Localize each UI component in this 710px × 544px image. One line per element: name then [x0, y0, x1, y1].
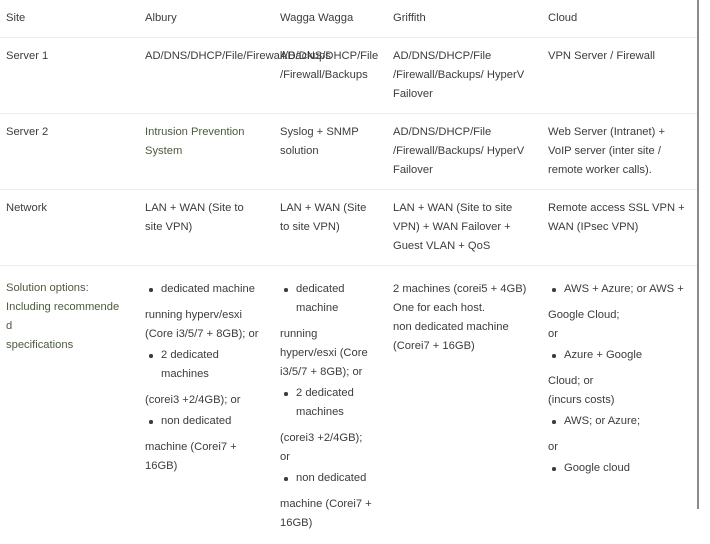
solution-label-line-1: Solution options: [6, 279, 127, 298]
list-item: 2 dedicated machines (corei3 +2/4GB); or [145, 346, 262, 410]
list-item-detail: (corei3 +2/4GB); or [280, 429, 375, 467]
document-page: Site Albury Wagga Wagga Griffith Cloud S… [0, 0, 710, 509]
table-row: Server 2 Intrusion Prevention System Sys… [0, 114, 697, 190]
column-header-griffith: Griffith [387, 0, 542, 38]
solution-list-wagga: dedicated machine running hyperv/esxi (Co… [280, 280, 375, 533]
cell-server2-albury: Intrusion Prevention System [139, 114, 274, 190]
list-item: dedicated machine running hyperv/esxi (Co… [280, 280, 375, 382]
cell-server1-albury: AD/DNS/DHCP/File/Firewall/Backups [139, 38, 274, 114]
list-item-label: 2 dedicated machines [161, 349, 219, 380]
list-item: 2 dedicated machines (corei3 +2/4GB); or [280, 384, 375, 467]
list-item: AWS; or Azure; or [548, 412, 685, 457]
text-line: non dedicated machine [393, 318, 530, 337]
solution-list-cloud: AWS + Azure; or AWS +Google Cloud;orAzur… [548, 280, 685, 478]
cell-server2-griffith: AD/DNS/DHCP/File /Firewall/Backups/ Hype… [387, 114, 542, 190]
cell-network-albury: LAN + WAN (Site to site VPN) [139, 190, 274, 266]
cell-network-griffith: LAN + WAN (Site to site VPN) + WAN Failo… [387, 190, 542, 266]
table-right-border [697, 0, 699, 509]
list-item-label: non dedicated [296, 472, 366, 484]
row-label-network: Network [0, 190, 139, 266]
cell-server1-griffith: AD/DNS/DHCP/File /Firewall/Backups/ Hype… [387, 38, 542, 114]
row-label-server-2: Server 2 [0, 114, 139, 190]
table-row: Network LAN + WAN (Site to site VPN) LAN… [0, 190, 697, 266]
text-line: (Corei7 + 16GB) [393, 337, 530, 356]
solution-label-line-2: Including recommende d [6, 298, 127, 336]
list-item-label: Azure + Google [564, 349, 642, 361]
list-item-detail: Google Cloud;or [548, 306, 685, 344]
list-item: AWS + Azure; or AWS + Google Cloud;or [548, 280, 685, 344]
header-row: Site Albury Wagga Wagga Griffith Cloud [0, 0, 697, 38]
cell-solutions-albury: dedicated machine running hyperv/esxi (Co… [139, 266, 274, 544]
text-line: 2 machines (corei5 + 4GB) [393, 280, 530, 299]
list-item-label: 2 dedicated machines [296, 387, 354, 418]
list-item: Azure + Google Cloud; or(incurs costs) [548, 346, 685, 410]
list-item-label: AWS; or Azure; [564, 415, 640, 427]
list-item-label: AWS + Azure; or AWS + [564, 283, 684, 295]
list-item-detail: Cloud; or(incurs costs) [548, 372, 685, 410]
list-item-detail: running hyperv/esxi (Core i3/5/7 + 8GB);… [280, 325, 375, 382]
cell-network-wagga: LAN + WAN (Site to site VPN) [274, 190, 387, 266]
row-label-server-1: Server 1 [0, 38, 139, 114]
text-line: One for each host. [393, 299, 530, 318]
list-item: non dedicated machine (Corei7 + 16GB) [280, 469, 375, 533]
column-header-wagga-wagga: Wagga Wagga [274, 0, 387, 38]
cell-server1-wagga: AD/DNS/DHCP/File /Firewall/Backups [274, 38, 387, 114]
list-item-label: Google cloud [564, 462, 630, 474]
table-body: Server 1 AD/DNS/DHCP/File/Firewall/Backu… [0, 38, 697, 544]
column-header-albury: Albury [139, 0, 274, 38]
solution-list-albury: dedicated machine running hyperv/esxi (Co… [145, 280, 262, 476]
list-item-label: dedicated machine [296, 283, 345, 314]
list-item-label: non dedicated [161, 415, 231, 427]
list-item-detail: machine (Corei7 + 16GB) [145, 438, 262, 476]
cell-server1-cloud: VPN Server / Firewall [542, 38, 697, 114]
cell-solutions-griffith: 2 machines (corei5 + 4GB)One for each ho… [387, 266, 542, 544]
cell-server2-cloud: Web Server (Intranet) + VoIP server (int… [542, 114, 697, 190]
cell-network-cloud: Remote access SSL VPN + WAN (IPsec VPN) [542, 190, 697, 266]
list-item: dedicated machine running hyperv/esxi (Co… [145, 280, 262, 344]
solution-label-line-3: specifications [6, 336, 127, 355]
table-row: Server 1 AD/DNS/DHCP/File/Firewall/Backu… [0, 38, 697, 114]
list-item-detail: running hyperv/esxi (Core i3/5/7 + 8GB);… [145, 306, 262, 344]
cell-solutions-cloud: AWS + Azure; or AWS +Google Cloud;orAzur… [542, 266, 697, 544]
list-item-label: dedicated machine [161, 283, 255, 295]
table-header: Site Albury Wagga Wagga Griffith Cloud [0, 0, 697, 38]
column-header-site: Site [0, 0, 139, 38]
list-item: non dedicated machine (Corei7 + 16GB) [145, 412, 262, 476]
table-row: Solution options: Including recommende d… [0, 266, 697, 544]
column-header-cloud: Cloud [542, 0, 697, 38]
list-item-detail: (corei3 +2/4GB); or [145, 391, 262, 410]
list-item-detail: or [548, 438, 685, 457]
cell-solutions-wagga: dedicated machine running hyperv/esxi (Co… [274, 266, 387, 544]
list-item-detail: machine (Corei7 + 16GB) [280, 495, 375, 533]
site-infrastructure-table: Site Albury Wagga Wagga Griffith Cloud S… [0, 0, 697, 544]
list-item: Google cloud [548, 459, 685, 478]
row-label-solution-options: Solution options: Including recommende d… [0, 266, 139, 544]
cell-server2-wagga: Syslog + SNMP solution [274, 114, 387, 190]
